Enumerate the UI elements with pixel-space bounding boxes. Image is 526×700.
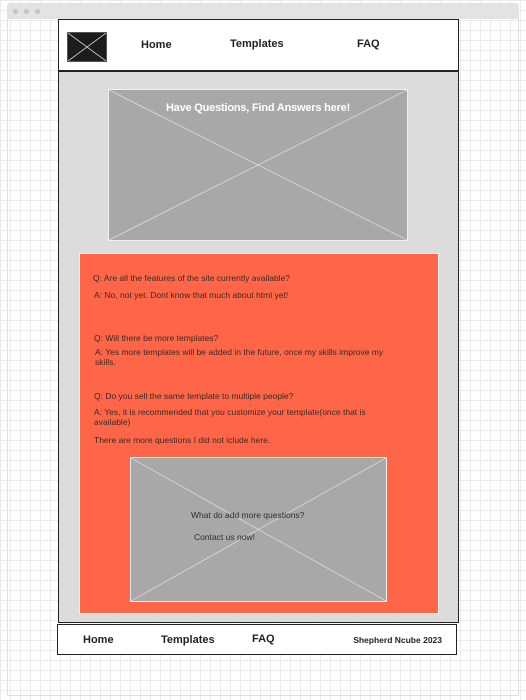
logo-cross-icon — [68, 33, 106, 61]
hero-banner: Have Questions, Find Answers here! — [108, 89, 408, 241]
faq-answer-2: A: Yes more templates will be added in t… — [95, 347, 384, 367]
faq-question-3: Q: Do you sell the same template to mult… — [94, 391, 294, 401]
footer-credit: Shepherd Ncube 2023 — [353, 635, 442, 645]
window-minimize-dot-icon[interactable] — [24, 9, 29, 14]
browser-window-bar — [7, 3, 519, 19]
cta-question-text: What do add more questions? — [191, 510, 305, 520]
nav-home-link[interactable]: Home — [141, 39, 172, 51]
main-content: Have Questions, Find Answers here! Q: Ar… — [58, 71, 459, 623]
window-maximize-dot-icon[interactable] — [35, 9, 40, 14]
nav-faq-link[interactable]: FAQ — [357, 38, 380, 50]
hero-title: Have Questions, Find Answers here! — [165, 102, 351, 114]
logo-image-placeholder-icon[interactable] — [67, 32, 107, 62]
footer-templates-link[interactable]: Templates — [161, 634, 215, 646]
site-header: Home Templates FAQ — [58, 19, 459, 71]
cta-placeholder-cross-icon — [131, 458, 386, 601]
site-footer: Home Templates FAQ Shepherd Ncube 2023 — [57, 624, 457, 655]
contact-cta-box[interactable]: What do add more questions? Contact us n… — [130, 457, 387, 602]
faq-question-2: Q: Will there be more templates? — [94, 333, 219, 343]
window-close-dot-icon[interactable] — [13, 9, 18, 14]
faq-panel: Q: Are all the features of the site curr… — [79, 253, 439, 614]
faq-question-1: Q: Are all the features of the site curr… — [93, 273, 291, 283]
faq-more-note: There are more questions I did not iclud… — [94, 435, 271, 445]
faq-answer-1: A: No, not yet. Dont know that much abou… — [94, 290, 289, 300]
faq-answer-3: A: Yes, it is recommended that you custo… — [94, 407, 366, 427]
footer-home-link[interactable]: Home — [83, 634, 114, 646]
nav-templates-link[interactable]: Templates — [230, 38, 284, 50]
footer-faq-link[interactable]: FAQ — [252, 633, 275, 645]
cta-contact-link[interactable]: Contact us now! — [194, 532, 255, 542]
